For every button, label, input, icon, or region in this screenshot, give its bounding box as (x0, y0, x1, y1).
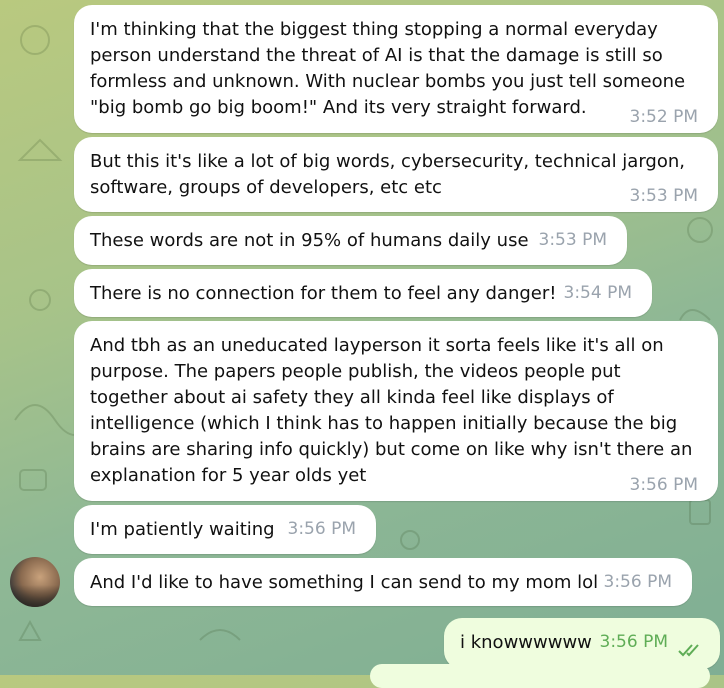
message-bubble[interactable]: But this it's like a lot of big words, c… (74, 137, 718, 212)
sender-avatar[interactable] (10, 557, 60, 607)
message-bubble[interactable]: I'm thinking that the biggest thing stop… (74, 5, 718, 133)
message-text: But this it's like a lot of big words, c… (90, 151, 685, 198)
message-time: 3:53 PM (629, 186, 699, 206)
message-bubble[interactable]: There is no connection for them to feel … (74, 269, 652, 317)
message-text: There is no connection for them to feel … (90, 283, 557, 304)
message-text: These words are not in 95% of humans dai… (90, 230, 529, 251)
message-bubble[interactable]: And I'd like to have something I can sen… (74, 558, 692, 606)
message-time: 3:56 PM (603, 572, 673, 592)
message-text: And tbh as an uneducated layperson it so… (90, 335, 693, 486)
outgoing-message-bubble[interactable]: i knowwwwww 3:56 PM (444, 618, 720, 669)
message-time: 3:56 PM (629, 475, 699, 495)
message-time: 3:52 PM (629, 107, 699, 127)
message-text: And I'd like to have something I can sen… (90, 572, 599, 593)
message-time: 3:53 PM (538, 230, 608, 250)
message-time: 3:56 PM (287, 519, 357, 539)
outgoing-message-time: 3:56 PM (599, 632, 669, 652)
next-outgoing-bubble-edge (370, 664, 710, 688)
message-bubble[interactable]: These words are not in 95% of humans dai… (74, 216, 627, 265)
double-check-icon (678, 644, 699, 657)
message-bubble[interactable]: And tbh as an uneducated layperson it so… (74, 321, 718, 501)
avatar-photo-detail (10, 585, 60, 607)
message-bubble[interactable]: I'm patiently waiting 3:56 PM (74, 505, 376, 554)
message-text: I'm thinking that the biggest thing stop… (90, 19, 686, 118)
message-time: 3:54 PM (563, 283, 633, 303)
